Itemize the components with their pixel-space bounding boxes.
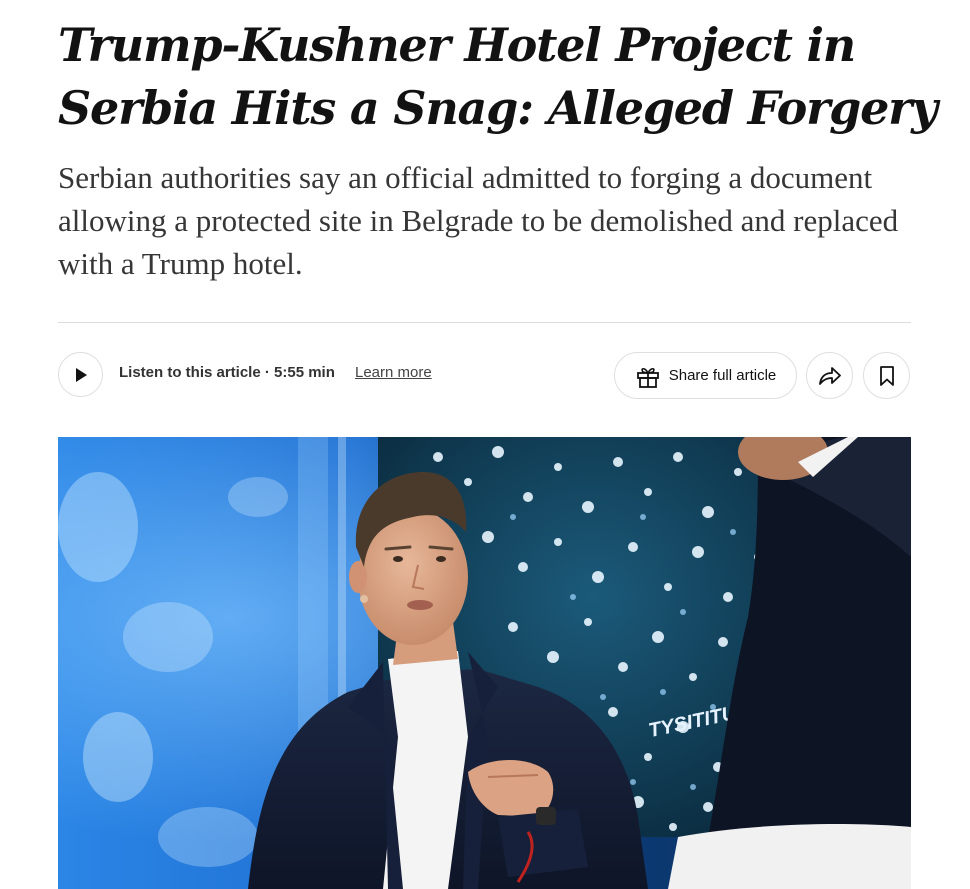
share-forward-icon: [818, 366, 841, 385]
listen-label: Listen to this article · 5:55 min: [119, 364, 335, 381]
share-label: Share full article: [668, 367, 777, 384]
article-headline: Trump-Kushner Hotel Project in Serbia Hi…: [58, 18, 938, 135]
play-icon: [75, 367, 87, 382]
divider: [58, 322, 911, 323]
play-audio-button[interactable]: [58, 352, 103, 397]
article-summary: Serbian authorities say an official admi…: [58, 160, 899, 281]
article-toolbar: Listen to this article · 5:55 min Learn …: [58, 351, 911, 401]
learn-more-link[interactable]: Learn more: [355, 364, 432, 381]
share-full-article-button[interactable]: Share full article: [614, 352, 797, 399]
gift-icon: [636, 367, 659, 388]
article-photo: TYSITITUTE: [58, 437, 911, 889]
share-forward-button[interactable]: [806, 352, 853, 399]
save-bookmark-button[interactable]: [863, 352, 910, 399]
bookmark-icon: [879, 365, 894, 386]
